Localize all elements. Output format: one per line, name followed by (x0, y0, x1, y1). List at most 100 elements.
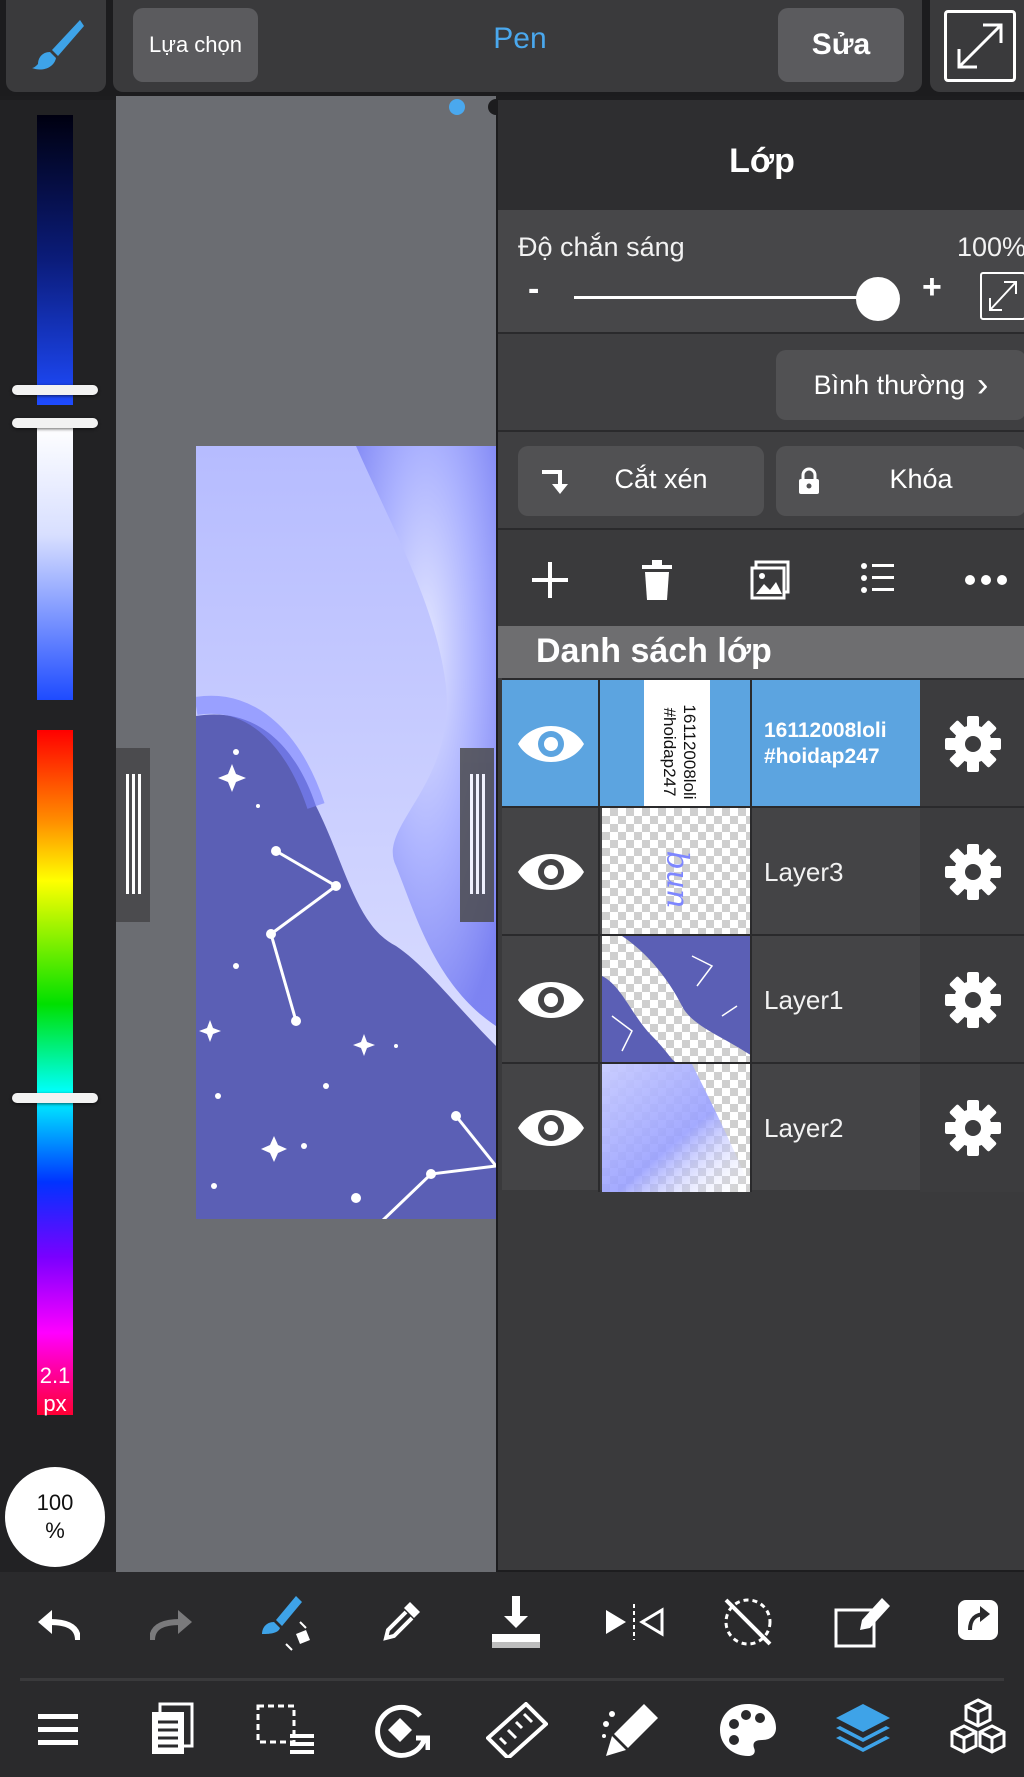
layer-settings-button[interactable] (920, 1064, 1024, 1192)
layer-settings-button[interactable] (920, 680, 1024, 808)
brush-size-value: 2.1 (39, 1363, 71, 1388)
layer-visibility-toggle[interactable] (502, 1064, 600, 1192)
delete-layer-icon[interactable] (640, 560, 674, 600)
layer-panel: Lớp Độ chắn sáng 100% - + Bình thường › (496, 100, 1024, 1570)
gear-icon (945, 716, 1001, 772)
hue-slider[interactable] (37, 730, 73, 1415)
page-indicator-dot-active (449, 99, 465, 115)
layers-icon[interactable] (832, 1700, 894, 1760)
brush-icon (32, 20, 84, 70)
brush-size-readout[interactable]: 2.1 px (20, 1362, 90, 1418)
gear-icon (945, 972, 1001, 1028)
blend-mode-button[interactable]: Bình thường › (776, 350, 1024, 420)
layer-opacity-value: 100% (956, 232, 1024, 262)
left-panel-resize-handle[interactable] (116, 748, 150, 922)
app-root: Lựa chọn Pen Sửa 2.1 px 100 % Lớp Độ chắ… (0, 0, 1024, 1777)
layer-name-line1: 16112008loli (764, 719, 887, 742)
eye-icon (518, 726, 584, 762)
add-layer-icon[interactable] (530, 560, 570, 600)
brush-opacity-button[interactable]: 100 % (5, 1467, 105, 1567)
save-download-icon[interactable] (488, 1594, 544, 1650)
saturation-slider[interactable] (37, 425, 73, 700)
brightness-slider-handle[interactable] (12, 385, 98, 395)
layer-row[interactable]: bun Layer3 (502, 806, 1024, 936)
layer-opacity-slider[interactable] (574, 296, 874, 299)
fullscreen-button[interactable] (930, 0, 1024, 92)
layer-name-line2: #hoidap247 (764, 745, 880, 768)
rotate-reset-icon[interactable] (720, 1594, 776, 1650)
hue-slider-handle[interactable] (12, 1093, 98, 1103)
layer-name: Layer2 (764, 1113, 844, 1143)
materials-cubes-icon[interactable] (946, 1698, 1010, 1760)
layer-row[interactable]: Layer2 (502, 1062, 1024, 1192)
layer-settings-button[interactable] (920, 808, 1024, 936)
layer-row[interactable]: Layer1 (502, 934, 1024, 1064)
artwork-canvas[interactable] (196, 446, 496, 1219)
more-options-icon[interactable] (964, 574, 1008, 586)
opacity-decrease-button[interactable]: - (528, 270, 539, 309)
color-side-panel: 2.1 px 100 % (0, 100, 116, 1572)
clipping-label: Cắt xén (614, 464, 708, 494)
layer-visibility-toggle[interactable] (502, 808, 600, 936)
selection-button[interactable]: Lựa chọn (133, 8, 258, 82)
edit-button[interactable]: Sửa (778, 8, 904, 82)
opacity-increase-button[interactable]: + (922, 268, 942, 307)
layer-name: 16112008loli #hoidap247 (764, 680, 920, 808)
brush-tool-button[interactable] (6, 0, 106, 92)
quick-actions-row (0, 1572, 1024, 1678)
selection-tool-icon[interactable] (256, 1704, 316, 1756)
lock-button[interactable]: Khóa (776, 446, 1024, 516)
eye-icon (518, 854, 584, 890)
main-tools-row (0, 1682, 1024, 1777)
layer-visibility-toggle[interactable] (502, 680, 600, 808)
share-icon[interactable] (956, 1598, 1000, 1642)
transform-tool-icon[interactable] (372, 1702, 430, 1758)
redo-icon[interactable] (150, 1608, 194, 1642)
right-panel-resize-handle[interactable] (460, 748, 494, 922)
layer-visibility-toggle[interactable] (502, 936, 600, 1064)
import-image-icon[interactable] (750, 560, 790, 600)
top-bar: Lựa chọn Pen Sửa (0, 0, 1024, 96)
brightness-slider[interactable] (37, 115, 73, 405)
thumbnail-text: bun (659, 850, 695, 909)
edit-canvas-icon[interactable] (832, 1594, 892, 1650)
pages-icon[interactable] (148, 1702, 196, 1756)
menu-icon[interactable] (38, 1712, 78, 1748)
saturation-slider-handle[interactable] (12, 418, 98, 428)
brush-opacity-unit: % (45, 1518, 65, 1543)
gear-icon (945, 1100, 1001, 1156)
layer-action-section: Cắt xén Khóa (498, 430, 1024, 528)
layer-settings-button[interactable] (920, 936, 1024, 1064)
fullscreen-icon (944, 10, 1016, 82)
brush-opacity-value: 100 (36, 1490, 74, 1515)
eye-icon (518, 982, 584, 1018)
undo-icon[interactable] (36, 1608, 80, 1642)
panel-expand-button[interactable] (980, 272, 1024, 320)
thumbnail-text-line1: 16112008loli (680, 704, 699, 800)
layer-name: Layer3 (764, 857, 844, 887)
layer-name: Layer1 (764, 985, 844, 1015)
fill-pen-icon[interactable] (600, 1702, 662, 1758)
layer-thumbnail: bun (602, 808, 752, 936)
layer-row[interactable]: 16112008loli #hoidap247 16112008loli #ho… (502, 678, 1024, 808)
layer-list-header: Danh sách lớp (498, 626, 1024, 678)
toolbar-divider (20, 1678, 1004, 1681)
ruler-icon[interactable] (486, 1702, 548, 1758)
eyedropper-icon[interactable] (380, 1598, 424, 1642)
layer-opacity-section: Độ chắn sáng 100% - + (498, 210, 1024, 332)
flip-horizontal-icon[interactable] (604, 1602, 664, 1642)
color-palette-icon[interactable] (718, 1702, 778, 1758)
bottom-toolbar (0, 1572, 1024, 1777)
layer-thumbnail (602, 1064, 752, 1192)
transform-brush-icon[interactable] (256, 1594, 318, 1656)
clipping-button[interactable]: Cắt xén (518, 446, 764, 516)
layer-panel-title: Lớp (729, 142, 795, 180)
brush-size-unit: px (43, 1391, 67, 1416)
layer-opacity-slider-thumb[interactable] (856, 277, 900, 321)
layer-thumbnail: 16112008loli #hoidap247 (602, 680, 752, 808)
brush-name-label[interactable]: Pen (440, 22, 600, 56)
lock-label: Khóa (889, 464, 953, 494)
list-icon[interactable] (860, 560, 896, 596)
expand-icon (989, 281, 1017, 311)
layer-thumbnail (602, 936, 752, 1064)
